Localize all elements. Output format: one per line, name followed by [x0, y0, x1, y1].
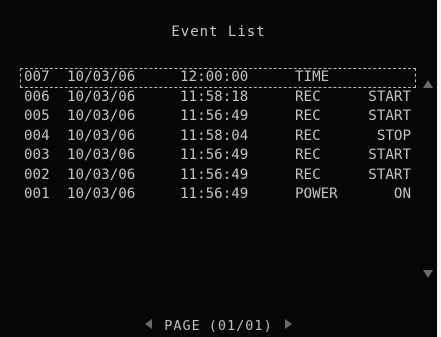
event-row[interactable]: 006 10/03/06 11:58:18 REC START [20, 88, 416, 108]
event-state: START [368, 166, 411, 183]
event-number: 005 [24, 108, 50, 124]
event-number: 006 [24, 88, 50, 105]
event-time: 11:56:49 [180, 166, 249, 183]
pager: PAGE (01/01) [0, 318, 437, 334]
event-number: 003 [24, 147, 50, 163]
event-time: 11:58:04 [180, 127, 249, 144]
event-row[interactable]: 003 10/03/06 11:56:49 REC START [20, 146, 416, 166]
event-date: 10/03/06 [67, 166, 136, 183]
page-indicator: (01/01) [208, 318, 273, 334]
event-type: POWER [295, 186, 338, 202]
event-number: 002 [24, 166, 50, 183]
event-row[interactable]: 001 10/03/06 11:56:49 POWER ON [20, 185, 416, 205]
event-type: REC [295, 166, 321, 183]
event-row[interactable]: 005 10/03/06 11:56:49 REC START [20, 107, 416, 127]
next-page-icon[interactable] [284, 319, 292, 329]
event-date: 10/03/06 [67, 69, 136, 85]
event-time: 11:58:18 [180, 88, 249, 105]
event-date: 10/03/06 [67, 108, 136, 124]
event-type: REC [295, 108, 321, 124]
event-time: 11:56:49 [180, 147, 249, 163]
event-row[interactable]: 007 10/03/06 12:00:00 TIME [20, 68, 416, 88]
event-type: REC [295, 88, 321, 105]
event-date: 10/03/06 [67, 127, 136, 144]
event-row[interactable]: 004 10/03/06 11:58:04 REC STOP [20, 127, 416, 147]
event-list: 007 10/03/06 12:00:00 TIME 006 10/03/06 11:58:… [20, 68, 416, 205]
event-state: ON [393, 186, 411, 202]
event-time: 11:56:49 [180, 186, 249, 202]
scroll-down-icon[interactable] [423, 270, 433, 278]
window-edge [437, 0, 441, 337]
event-row[interactable]: 002 10/03/06 11:56:49 REC START [20, 166, 416, 186]
event-time: 11:56:49 [180, 108, 249, 124]
event-date: 10/03/06 [67, 88, 136, 105]
event-type: TIME [295, 69, 330, 85]
event-state: START [368, 108, 411, 124]
event-date: 10/03/06 [67, 147, 136, 163]
scroll-up-icon[interactable] [423, 80, 433, 88]
dvr-osd-screen: Event List 007 10/03/06 12:00:00 TIME 006 10/… [0, 0, 437, 337]
event-date: 10/03/06 [67, 186, 136, 202]
event-number: 004 [24, 127, 50, 144]
page-label: PAGE [164, 318, 201, 334]
event-number: 007 [24, 69, 50, 85]
event-state: START [368, 147, 411, 163]
event-type: REC [295, 127, 321, 144]
event-type: REC [295, 147, 321, 163]
event-time: 12:00:00 [180, 69, 249, 85]
screen-title: Event List [171, 24, 266, 40]
event-state: STOP [376, 127, 411, 144]
event-number: 001 [24, 186, 50, 202]
prev-page-icon[interactable] [145, 319, 153, 329]
event-state: START [368, 88, 411, 105]
